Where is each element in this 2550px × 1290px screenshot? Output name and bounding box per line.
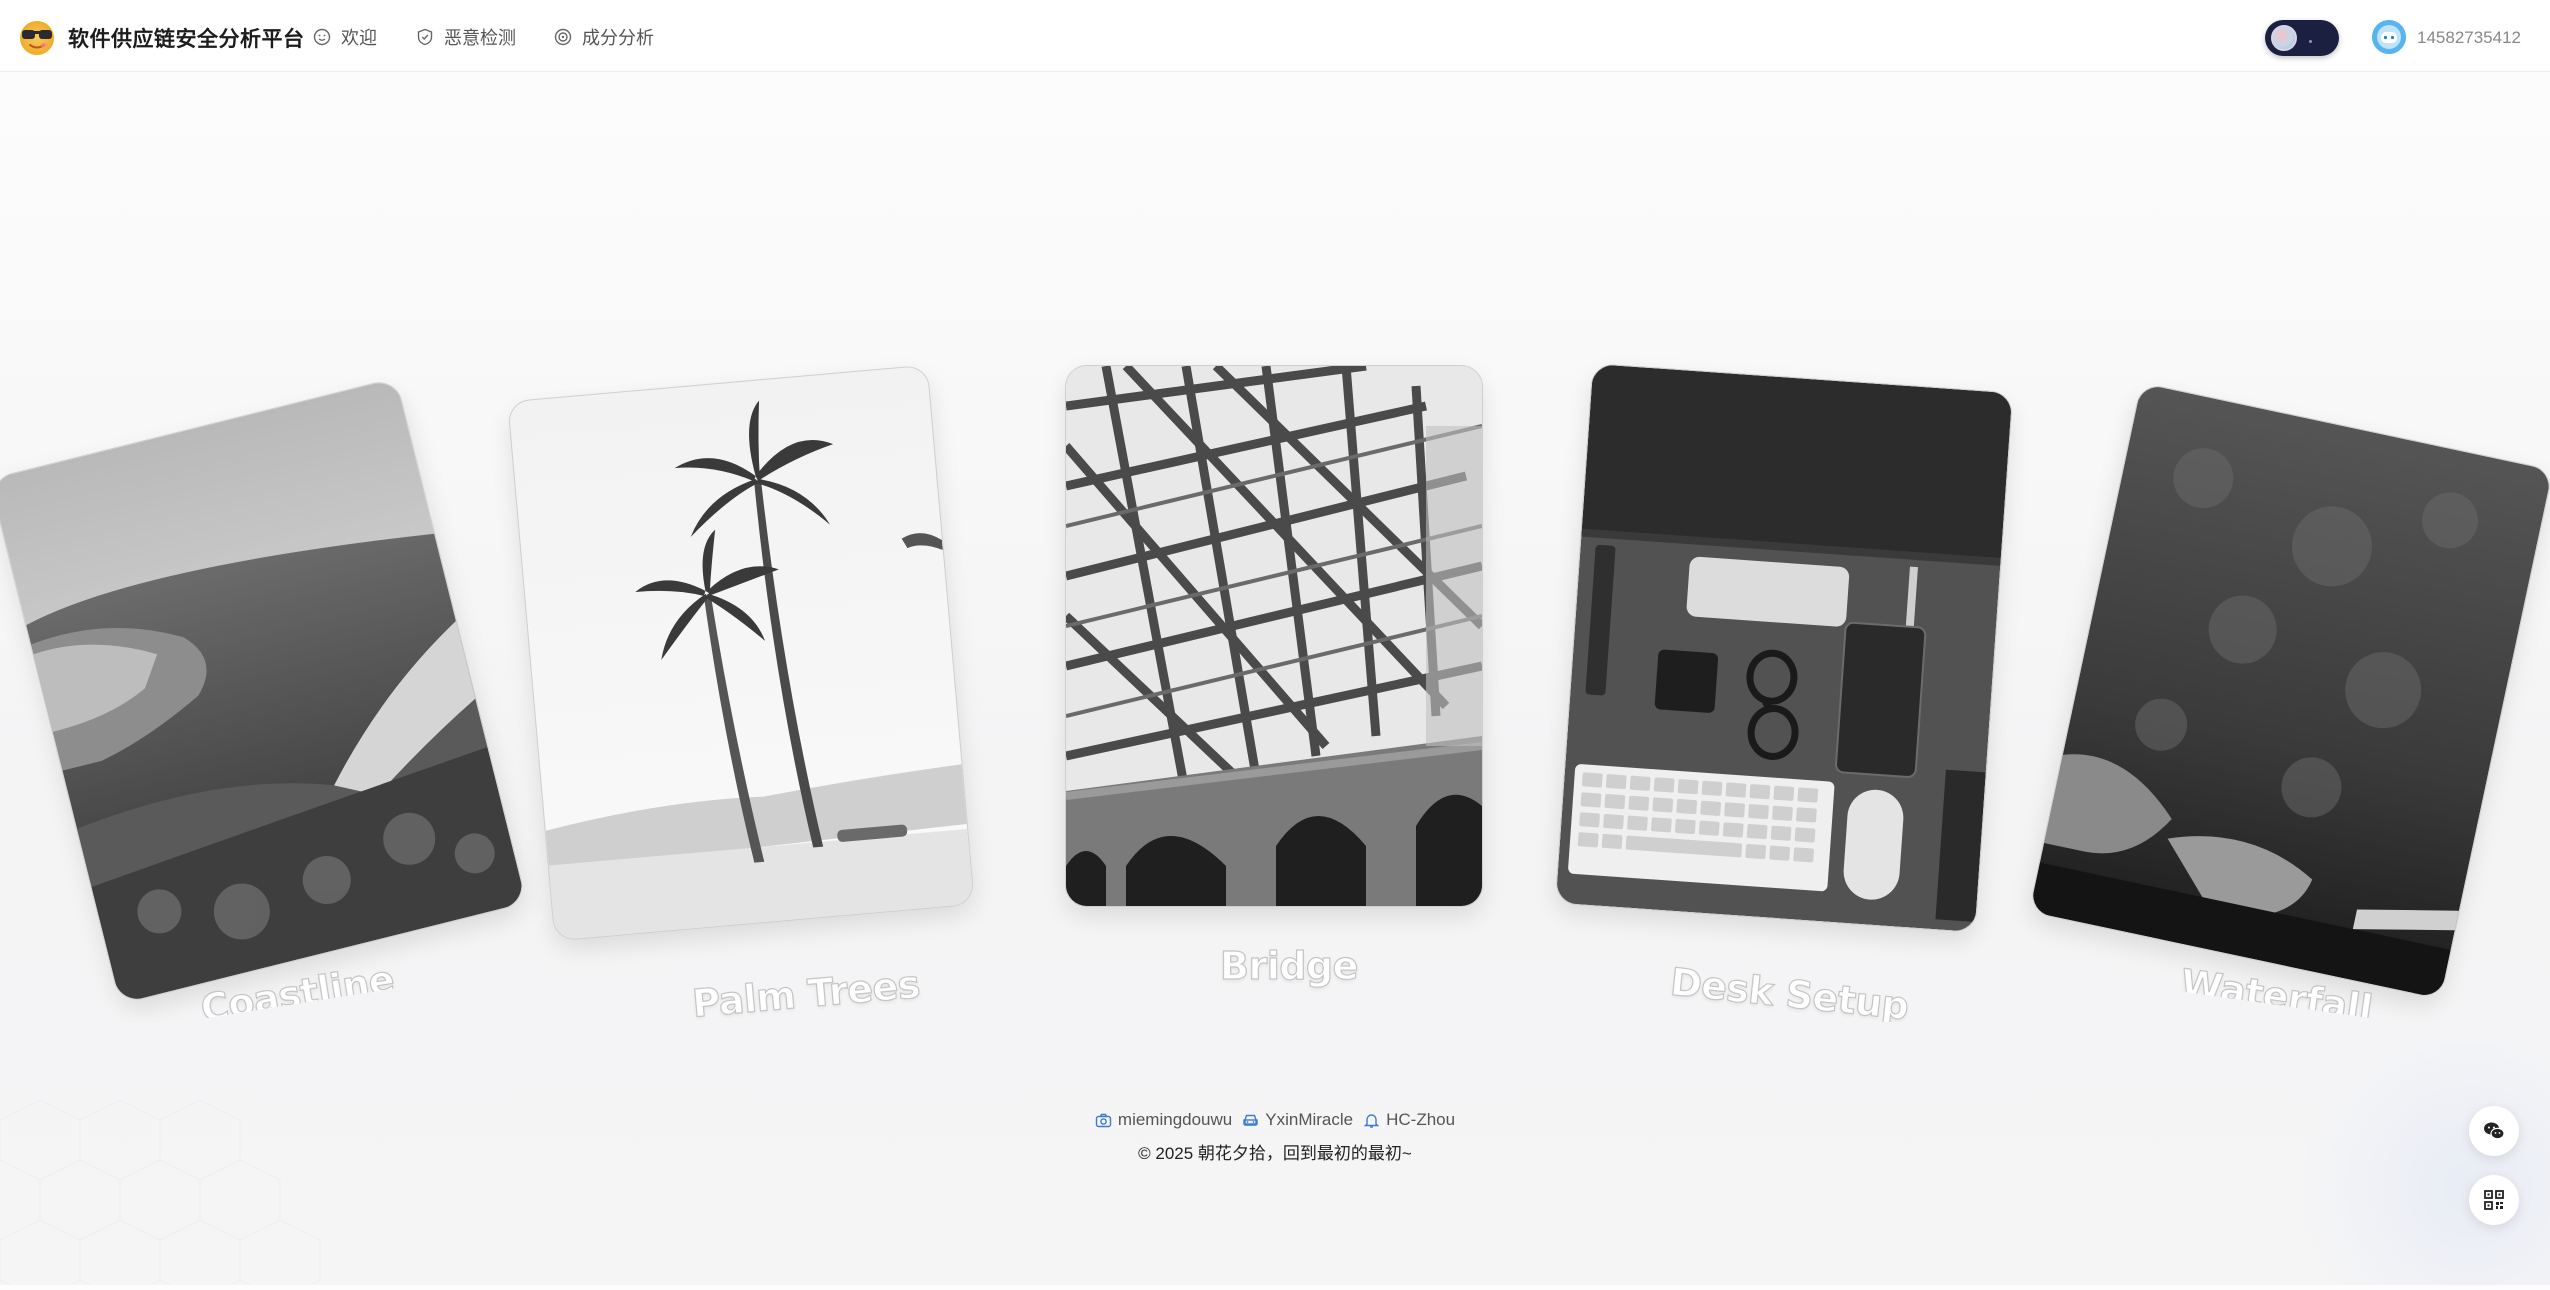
card-caption: Palm Trees <box>690 962 922 1022</box>
target-icon <box>554 28 572 46</box>
palm-trees-photo <box>508 365 974 941</box>
footer-link-hc-zhou[interactable]: HC-Zhou <box>1363 1110 1455 1130</box>
car-icon <box>1243 1114 1258 1126</box>
wechat-icon <box>2484 1122 2505 1140</box>
shield-icon <box>417 28 433 46</box>
copyright-text: 2025 朝花夕拾，回到最初的最初~ <box>1155 1144 1412 1163</box>
footer-link-label: HC-Zhou <box>1386 1110 1456 1129</box>
coastline-photo <box>0 378 527 1004</box>
card-caption: Desk Setup <box>1668 959 1911 1022</box>
qr-code-icon <box>2484 1190 2504 1210</box>
carousel-card-waterfall[interactable] <box>2028 372 2550 1000</box>
brand-title: 软件供应链安全分析平台 <box>68 28 305 51</box>
carousel-card-palm-trees[interactable] <box>507 364 975 942</box>
top-navbar: 软件供应链安全分析平台 欢迎 恶意检测 成分分析 14582735412 <box>0 0 2550 72</box>
nav-item-malware-detection[interactable]: 恶意检测 <box>416 24 516 50</box>
theme-toggle-switch[interactable] <box>2265 20 2339 56</box>
card-caption: Bridge <box>1219 943 1359 988</box>
nav-item-welcome[interactable]: 欢迎 <box>313 24 377 50</box>
wechat-button[interactable] <box>2469 1106 2519 1156</box>
nav-label: 恶意检测 <box>444 28 516 48</box>
card-image-frame <box>0 377 528 1005</box>
nav-item-composition-analysis[interactable]: 成分分析 <box>554 24 654 50</box>
copyright-icon: © <box>1138 1144 1151 1163</box>
cool-face-logo-icon[interactable] <box>18 18 56 56</box>
footer-link-miemingdouwu[interactable]: miemingdouwu <box>1095 1110 1232 1130</box>
waterfall-rock-photo <box>2029 383 2550 999</box>
nav-label: 欢迎 <box>341 28 377 48</box>
camera-icon <box>1095 1113 1112 1127</box>
card-image-frame <box>2028 382 2550 1000</box>
smile-icon <box>313 28 331 46</box>
star-icon <box>2309 40 2312 43</box>
bridge-photo <box>1066 366 1482 906</box>
toggle-knob <box>2271 25 2297 51</box>
footer-credits: miemingdouwu YxinMiracle HC-Zhou <box>0 1110 2550 1130</box>
photo-carousel[interactable]: Coastline Palm Trees Bridge Desk Setup W… <box>0 72 2550 1022</box>
carousel-card-coastline[interactable] <box>0 372 528 1005</box>
footer-link-yxinmiracle[interactable]: YxinMiracle <box>1242 1110 1353 1130</box>
bell-icon <box>1363 1113 1380 1128</box>
qr-code-button[interactable] <box>2469 1175 2519 1225</box>
carousel-card-bridge[interactable] <box>1065 365 1483 907</box>
user-avatar[interactable] <box>2372 20 2406 54</box>
nav-label: 成分分析 <box>582 28 654 48</box>
copyright-line: © 2025 朝花夕拾，回到最初的最初~ <box>0 1139 2550 1164</box>
desk-setup-photo <box>1555 364 2013 932</box>
footer-link-label: YxinMiracle <box>1265 1110 1354 1129</box>
username-label[interactable]: 14582735412 <box>2417 28 2521 48</box>
carousel-card-desk-setup[interactable] <box>1554 362 2014 934</box>
footer-link-label: miemingdouwu <box>1117 1110 1233 1129</box>
